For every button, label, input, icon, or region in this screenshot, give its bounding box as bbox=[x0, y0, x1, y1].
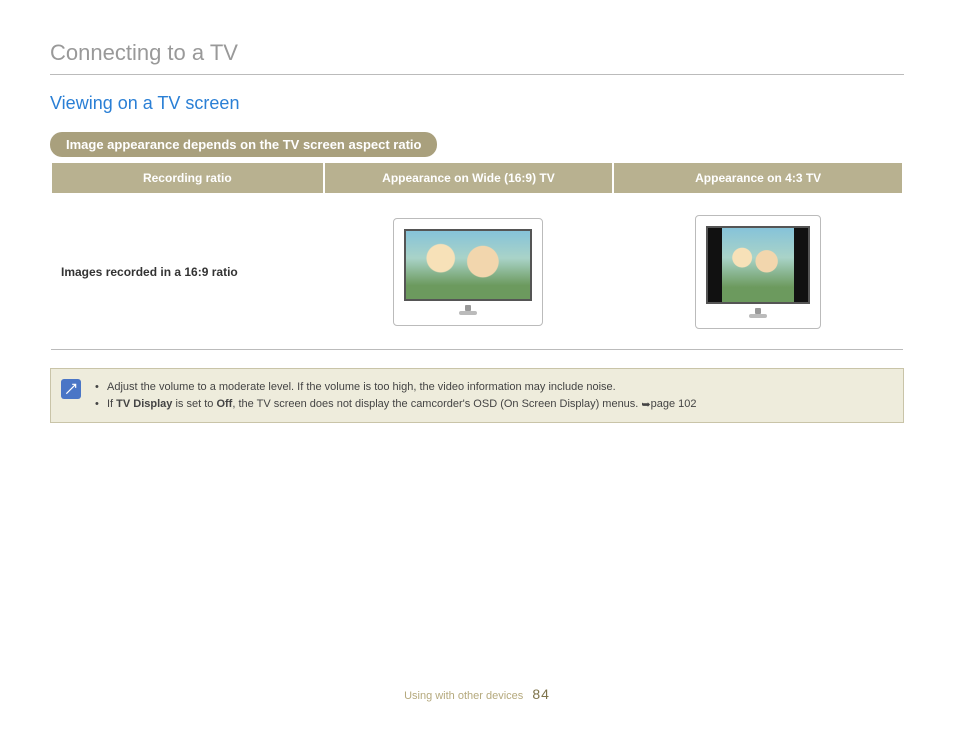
tv-4-3-icon bbox=[695, 215, 821, 329]
table-row: Images recorded in a 16:9 ratio bbox=[51, 194, 903, 350]
page-title: Connecting to a TV bbox=[50, 40, 904, 75]
col-header-wide: Appearance on Wide (16:9) TV bbox=[324, 162, 614, 194]
aspect-ratio-table: Recording ratio Appearance on Wide (16:9… bbox=[50, 161, 904, 350]
col-header-4-3: Appearance on 4:3 TV bbox=[613, 162, 903, 194]
page-footer: Using with other devices 84 bbox=[0, 686, 954, 702]
aspect-ratio-pill: Image appearance depends on the TV scree… bbox=[50, 132, 437, 157]
note-icon bbox=[61, 379, 81, 399]
page-number: 84 bbox=[532, 686, 550, 702]
note-item-1: Adjust the volume to a moderate level. I… bbox=[95, 379, 891, 396]
note-item-2: If TV Display is set to Off, the TV scre… bbox=[95, 396, 891, 413]
narrow-tv-cell bbox=[613, 194, 903, 350]
wide-tv-cell bbox=[324, 194, 614, 350]
note-box: Adjust the volume to a moderate level. I… bbox=[50, 368, 904, 423]
col-header-recording-ratio: Recording ratio bbox=[51, 162, 324, 194]
section-subtitle: Viewing on a TV screen bbox=[50, 93, 904, 114]
arrow-right-icon: ➥ bbox=[641, 397, 650, 414]
footer-section: Using with other devices bbox=[404, 690, 523, 702]
tv-wide-icon bbox=[393, 218, 543, 326]
row-label: Images recorded in a 16:9 ratio bbox=[51, 194, 324, 350]
